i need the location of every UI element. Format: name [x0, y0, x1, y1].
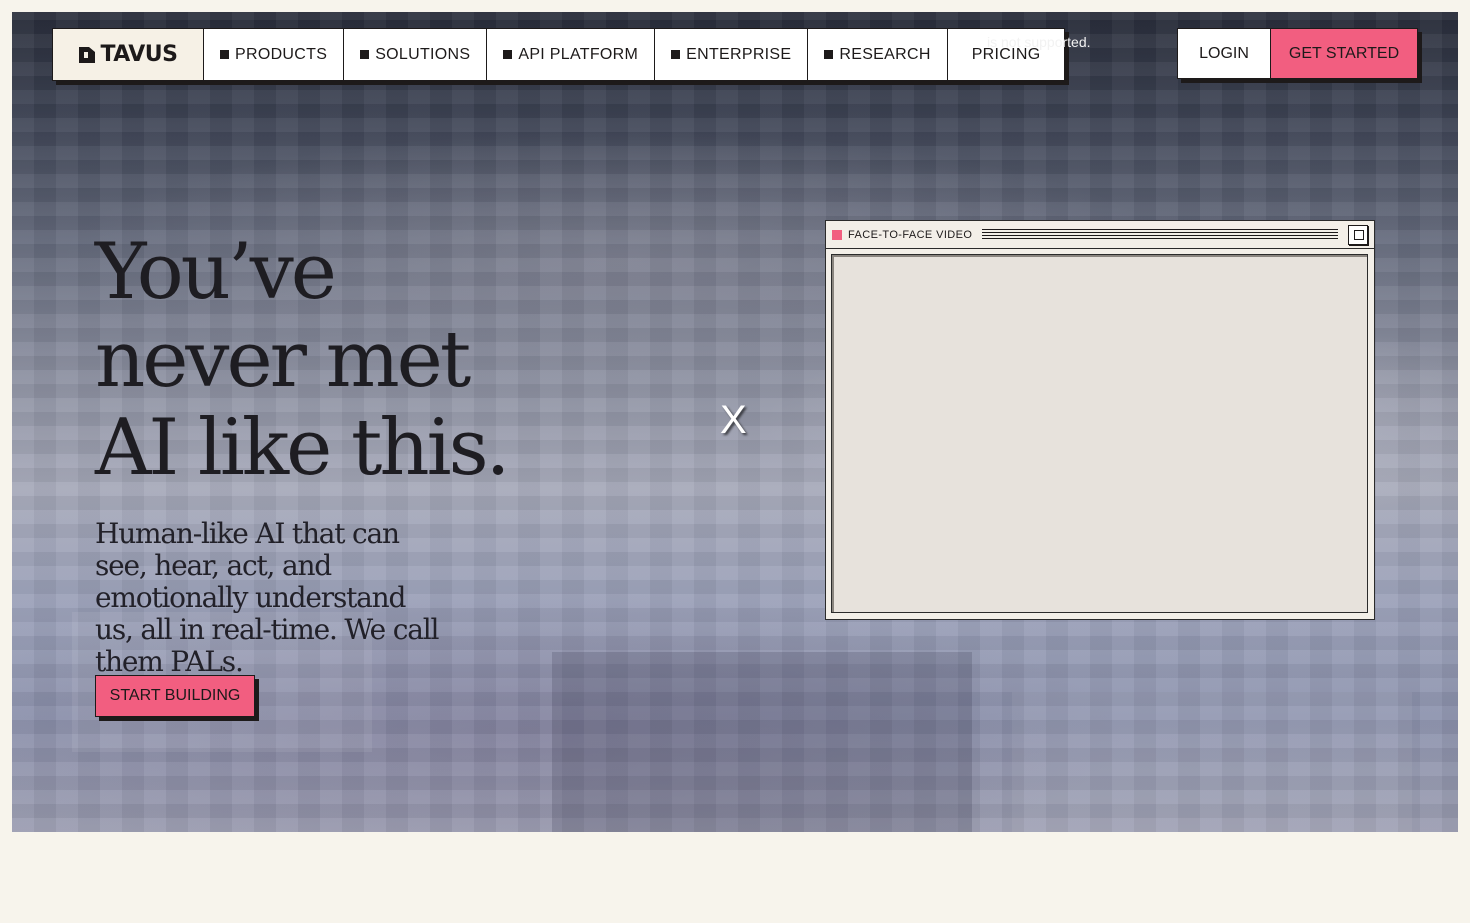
hero-headline: You’ve never met AI like this. [95, 228, 535, 492]
square-bullet-icon [220, 50, 229, 59]
window-dot-icon [832, 229, 842, 240]
get-started-button[interactable]: GET STARTED [1270, 28, 1418, 79]
main-nav: TAVUS PRODUCTS SOLUTIONS API PLATFORM EN… [52, 28, 1066, 81]
nav-item-label: ENTERPRISE [686, 45, 792, 63]
auth-buttons: LOGIN GET STARTED [1177, 28, 1418, 79]
nav-item-label: RESEARCH [839, 45, 931, 63]
unsupported-notice: is not supported. [987, 34, 1091, 50]
nav-item-label: PRODUCTS [235, 45, 328, 63]
tavus-logo-icon [78, 46, 96, 64]
close-icon[interactable]: X [720, 398, 747, 443]
nav-item-research[interactable]: RESEARCH [808, 29, 948, 80]
video-window: FACE-TO-FACE VIDEO [825, 220, 1375, 620]
pixel-block [552, 652, 972, 832]
headline-line: never met [95, 315, 471, 405]
pixel-block [1012, 692, 1412, 832]
square-bullet-icon [503, 50, 513, 59]
nav-item-label: API PLATFORM [518, 45, 639, 63]
square-bullet-icon [360, 50, 370, 59]
tavus-logo[interactable]: TAVUS [53, 29, 204, 80]
nav-item-products[interactable]: PRODUCTS [204, 29, 345, 80]
nav-item-solutions[interactable]: SOLUTIONS [344, 29, 488, 80]
video-window-title: FACE-TO-FACE VIDEO [848, 228, 973, 241]
brand-name: TAVUS [100, 42, 178, 67]
nav-item-enterprise[interactable]: ENTERPRISE [655, 29, 809, 80]
nav-item-label: SOLUTIONS [375, 45, 471, 63]
headline-line: AI like this. [95, 403, 510, 493]
start-building-button[interactable]: START BUILDING [95, 675, 255, 717]
login-button[interactable]: LOGIN [1177, 28, 1270, 79]
hero-subheadline: Human-like AI that can see, hear, act, a… [95, 517, 439, 678]
video-area[interactable] [831, 254, 1368, 613]
headline-line: You’ve [95, 227, 337, 317]
video-window-titlebar: FACE-TO-FACE VIDEO [826, 221, 1374, 249]
nav-item-api-platform[interactable]: API PLATFORM [487, 29, 656, 80]
square-bullet-icon [824, 50, 834, 59]
titlebar-stripes [982, 228, 1338, 241]
square-bullet-icon [671, 50, 681, 59]
window-maximize-icon[interactable] [1348, 224, 1368, 245]
